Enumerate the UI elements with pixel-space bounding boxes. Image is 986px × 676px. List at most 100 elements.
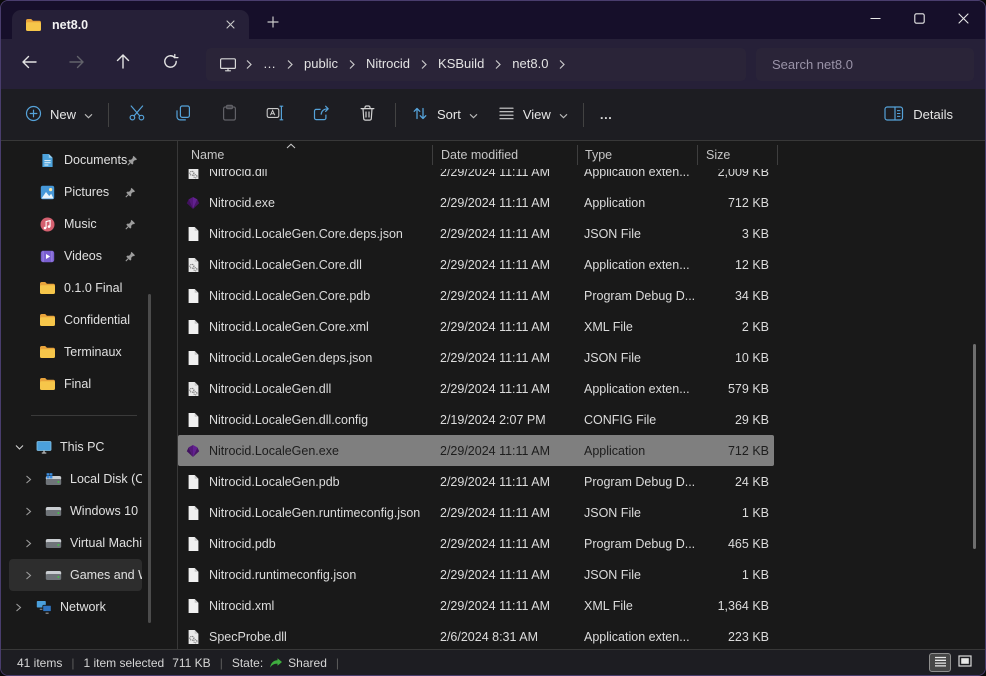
rename-button[interactable] [252, 97, 298, 133]
doc-file-icon [185, 536, 201, 552]
trash-icon [359, 104, 376, 125]
navigation-sidebar: DocumentsPicturesMusic Videos 0.1.0 FinalC… [1, 141, 178, 649]
minimize-button[interactable] [853, 1, 897, 39]
file-row[interactable]: Nitrocid.LocaleGen.exe2/29/2024 11:11 AM… [178, 435, 774, 466]
paste-button[interactable] [206, 97, 252, 133]
rename-icon [266, 104, 285, 125]
file-row[interactable]: Nitrocid.LocaleGen.Core.deps.json2/29/20… [178, 218, 774, 249]
search-box[interactable] [756, 48, 974, 81]
chevron-right-icon[interactable] [25, 507, 39, 516]
close-button[interactable] [941, 1, 985, 39]
column-header-type[interactable]: Type [577, 145, 697, 165]
file-date: 2/19/2024 2:07 PM [432, 413, 577, 427]
sidebar-item-local-disk-c[interactable]: Local Disk (C:) [9, 463, 142, 495]
file-row[interactable]: Nitrocid.LocaleGen.runtimeconfig.json2/2… [178, 497, 774, 528]
details-view-toggle[interactable] [929, 653, 951, 672]
breadcrumb-this-pc-icon[interactable] [212, 51, 244, 77]
file-row[interactable]: Nitrocid.LocaleGen.pdb2/29/2024 11:11 AM… [178, 466, 774, 497]
tab-title: net8.0 [52, 18, 88, 32]
file-row[interactable]: Nitrocid.LocaleGen.Core.dll2/29/2024 11:… [178, 249, 774, 280]
copy-icon [174, 104, 192, 125]
file-row[interactable]: Nitrocid.LocaleGen.dll2/29/2024 11:11 AM… [178, 373, 774, 404]
file-row[interactable]: SpecProbe.dll2/6/2024 8:31 AMApplication… [178, 621, 774, 649]
exe-file-icon [185, 195, 201, 211]
column-header-date-modified[interactable]: Date modified [432, 145, 577, 165]
breadcrumb-segment[interactable]: KSBuild [429, 51, 493, 77]
breadcrumb-segment[interactable]: Nitrocid [357, 51, 419, 77]
file-explorer-window: net8.0 … public Nitrocid KSBuild net8.0 New [0, 0, 986, 676]
forward-button[interactable] [59, 48, 93, 80]
sidebar-item-this-pc[interactable]: This PC [9, 431, 142, 463]
file-row[interactable]: Nitrocid.exe2/29/2024 11:11 AMApplicatio… [178, 187, 774, 218]
breadcrumb-segment[interactable]: … [254, 51, 285, 77]
sidebar-item-label: Network [60, 600, 106, 614]
details-pane-button[interactable]: Details [878, 97, 959, 133]
column-header-name[interactable]: Name [178, 145, 432, 165]
sidebar-item-games-and-wo[interactable]: Games and Wo [9, 559, 142, 591]
breadcrumb-segment[interactable]: public [295, 51, 347, 77]
sidebar-item-virtual-machin[interactable]: Virtual Machin [9, 527, 142, 559]
address-bar[interactable]: … public Nitrocid KSBuild net8.0 [206, 48, 746, 81]
sidebar-item-final[interactable]: Final [9, 368, 142, 400]
sort-arrows-icon [411, 105, 429, 125]
breadcrumb-segment[interactable]: net8.0 [503, 51, 557, 77]
sidebar-item-confidential[interactable]: Confidential [9, 304, 142, 336]
sidebar-item-windows-10-d[interactable]: Windows 10 (D [9, 495, 142, 527]
file-row[interactable]: Nitrocid.pdb2/29/2024 11:11 AMProgram De… [178, 528, 774, 559]
shared-icon [269, 657, 283, 669]
sidebar-item-label: This PC [60, 440, 104, 454]
file-row[interactable]: Nitrocid.LocaleGen.Core.xml2/29/2024 11:… [178, 311, 774, 342]
more-options-button[interactable]: … [589, 97, 625, 133]
file-name: Nitrocid.LocaleGen.dll [209, 382, 331, 396]
sidebar-item-pictures[interactable]: Pictures [9, 176, 142, 208]
up-button[interactable] [106, 48, 140, 80]
file-name-cell: Nitrocid.exe [178, 195, 432, 211]
column-header-size[interactable]: Size [697, 145, 777, 165]
sidebar-item-0-1-0-final[interactable]: 0.1.0 Final [9, 272, 142, 304]
sort-button[interactable]: Sort [401, 97, 488, 133]
new-tab-button[interactable] [260, 13, 286, 35]
chevron-right-icon[interactable] [25, 539, 39, 548]
file-row[interactable]: Nitrocid.dll2/29/2024 11:11 AMApplicatio… [178, 169, 774, 187]
item-count: 41 items [17, 656, 62, 670]
sidebar-item-label: Local Disk (C:) [70, 472, 142, 486]
file-row[interactable]: Nitrocid.runtimeconfig.json2/29/2024 11:… [178, 559, 774, 590]
cut-button[interactable] [114, 97, 160, 133]
share-button[interactable] [298, 97, 344, 133]
maximize-button[interactable] [897, 1, 941, 39]
new-button[interactable]: New [15, 97, 103, 133]
delete-button[interactable] [344, 97, 390, 133]
chevron-right-icon[interactable] [25, 475, 39, 484]
large-icons-view-toggle[interactable] [954, 653, 976, 672]
file-row[interactable]: Nitrocid.xml2/29/2024 11:11 AMXML File1,… [178, 590, 774, 621]
file-date: 2/29/2024 11:11 AM [432, 568, 577, 582]
doc-file-icon [185, 412, 201, 428]
search-input[interactable] [770, 56, 960, 73]
sidebar-item-music[interactable]: Music [9, 208, 142, 240]
refresh-button[interactable] [153, 48, 187, 80]
sidebar-item-label: Videos [64, 249, 102, 263]
chevron-down-icon[interactable] [15, 444, 29, 451]
chevron-right-icon[interactable] [15, 603, 29, 612]
explorer-tab[interactable]: net8.0 [12, 10, 249, 39]
details-pane-icon [884, 106, 904, 124]
sidebar-item-videos[interactable]: Videos [9, 240, 142, 272]
back-button[interactable] [12, 48, 46, 80]
file-row[interactable]: Nitrocid.LocaleGen.deps.json2/29/2024 11… [178, 342, 774, 373]
chevron-right-icon[interactable] [25, 571, 39, 580]
videos-icon [39, 249, 56, 264]
file-row[interactable]: Nitrocid.LocaleGen.dll.config2/19/2024 2… [178, 404, 774, 435]
sidebar-item-terminaux[interactable]: Terminaux [9, 336, 142, 368]
file-row[interactable]: Nitrocid.LocaleGen.Core.pdb2/29/2024 11:… [178, 280, 774, 311]
file-list-scrollbar[interactable] [973, 344, 976, 549]
tab-close-icon[interactable] [219, 14, 241, 36]
copy-button[interactable] [160, 97, 206, 133]
doc-file-icon [185, 567, 201, 583]
sidebar-item-documents[interactable]: Documents [9, 144, 142, 176]
sidebar-item-label: Games and Wo [70, 568, 142, 582]
toolbar-divider [395, 103, 396, 127]
sidebar-scrollbar[interactable] [148, 294, 151, 623]
view-button[interactable]: View [488, 97, 578, 133]
folder-icon [39, 281, 56, 295]
sidebar-item-network[interactable]: Network [9, 591, 142, 623]
